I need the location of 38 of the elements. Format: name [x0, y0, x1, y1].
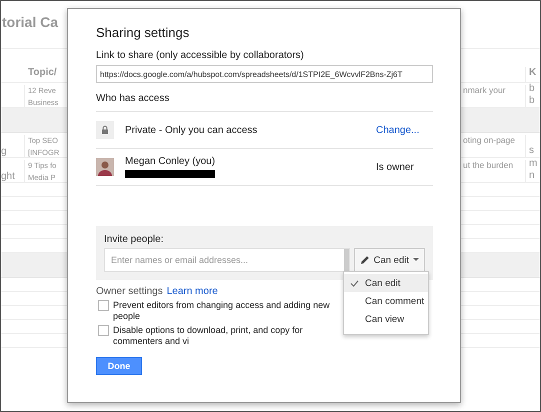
- change-link[interactable]: Change...: [376, 124, 433, 136]
- person-name: Megan Conley (you): [125, 156, 216, 167]
- sheet-cell-text: b: [529, 83, 536, 95]
- sheet-cell: nmark your: [463, 85, 506, 95]
- sheet-cell: oting on-page: [463, 135, 515, 145]
- sheet-cell-text: s: [529, 145, 535, 157]
- avatar-icon: [96, 158, 114, 176]
- caret-icon: [413, 258, 419, 262]
- option-label: Disable options to download, print, and copy for commenters and vi: [113, 325, 304, 347]
- sheet-cell-text: m: [529, 158, 538, 170]
- invite-label: Invite people:: [104, 234, 164, 245]
- link-label: Link to share (only accessible by collaborators): [96, 50, 305, 61]
- column-header: K: [529, 67, 538, 80]
- sheet-cell-text: n: [529, 170, 536, 182]
- dialog-title: Sharing settings: [96, 25, 190, 40]
- menu-item[interactable]: Can view: [344, 310, 428, 328]
- sheet-cell-text: ght: [1, 171, 16, 182]
- learn-more-link[interactable]: Learn more: [166, 286, 218, 297]
- option-label: Prevent editors from changing access and adding new people: [113, 300, 331, 322]
- invite-field[interactable]: Enter names or email addresses...: [104, 248, 350, 272]
- checkmark-icon: [350, 280, 359, 286]
- visibility-text: Private - Only you can access: [125, 124, 258, 136]
- checkbox[interactable]: [98, 300, 109, 311]
- column-header: Topic/: [28, 67, 58, 80]
- link-field[interactable]: https://docs.google.com/a/hubspot.com/spreadsheets/d/1STPI2E_6WcvvlF2Bns-Zj6T: [96, 65, 433, 83]
- lock-icon: [96, 121, 114, 139]
- owner-settings-label: Owner settings: [96, 286, 163, 297]
- menu-item[interactable]: Can comment: [344, 292, 428, 310]
- menu-item[interactable]: Can edit: [344, 274, 428, 292]
- permission-dropdown[interactable]: Can edit: [354, 248, 425, 272]
- role-text: Is owner: [376, 162, 415, 172]
- sheet-cell-text: b: [529, 95, 536, 107]
- access-heading: Who has access: [96, 93, 433, 112]
- pencil-icon: [360, 255, 370, 265]
- sheet-cell-text: g: [1, 146, 8, 157]
- sheet-cell: ut the burden: [463, 160, 514, 170]
- sheet-title: torial Ca: [2, 14, 58, 30]
- checkbox[interactable]: [98, 325, 109, 336]
